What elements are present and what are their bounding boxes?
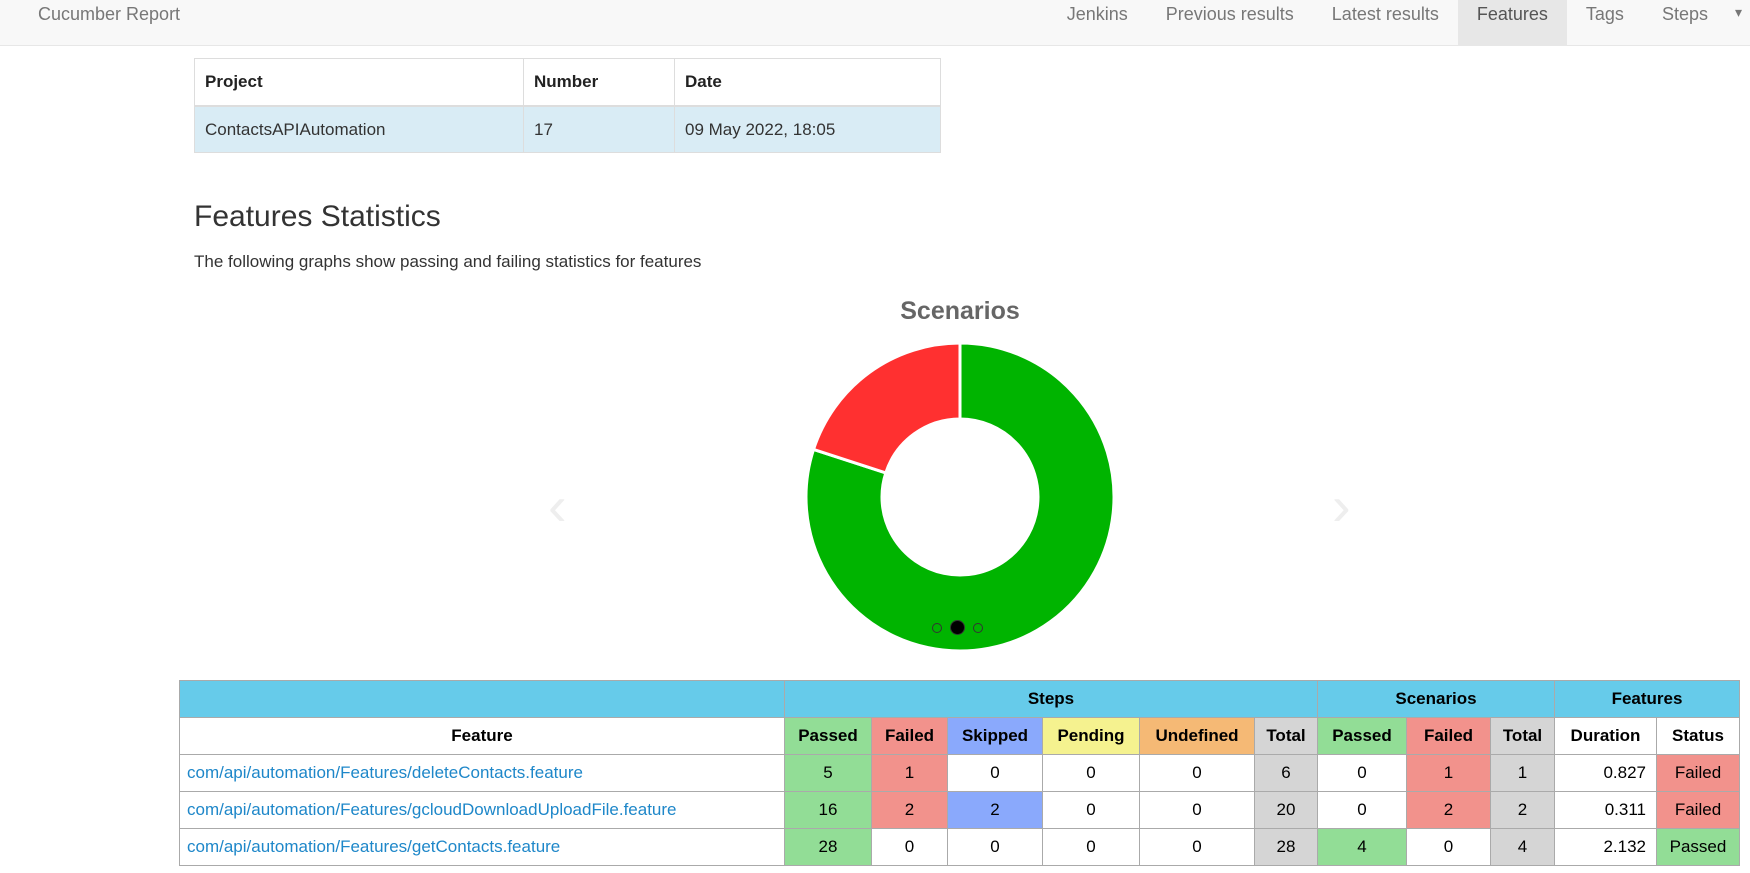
nav-latest-results[interactable]: Latest results [1313, 0, 1458, 46]
col-feature[interactable]: Feature [179, 717, 785, 755]
scenarios-passed-cell: 0 [1317, 791, 1407, 829]
carousel-dot[interactable] [973, 622, 983, 633]
steps-passed-cell: 28 [784, 828, 872, 866]
feature-cell: com/api/automation/Features/deleteContac… [179, 754, 785, 792]
duration-cell: 0.311 [1554, 791, 1657, 829]
steps-total-cell: 28 [1254, 828, 1318, 866]
header-date: Date [674, 58, 941, 107]
feature-cell: com/api/automation/Features/getContacts.… [179, 828, 785, 866]
status-cell: Passed [1656, 828, 1740, 866]
page-subtitle: The following graphs show passing and fa… [194, 252, 702, 271]
steps-passed-cell: 16 [784, 791, 872, 829]
chevron-right-icon[interactable]: › [1332, 478, 1351, 534]
steps-skipped-cell: 2 [947, 791, 1043, 829]
donut-slice-failed[interactable] [811, 341, 962, 475]
scenarios-failed-cell: 0 [1406, 828, 1491, 866]
table-row: com/api/automation/Features/getContacts.… [179, 828, 1740, 866]
col-scenarios-passed[interactable]: Passed [1317, 717, 1407, 755]
steps-passed-cell: 5 [784, 754, 872, 792]
col-scenarios-failed[interactable]: Failed [1406, 717, 1491, 755]
steps-pending-cell: 0 [1042, 828, 1140, 866]
steps-failed-cell: 1 [871, 754, 948, 792]
steps-skipped-cell: 0 [947, 754, 1043, 792]
carousel-dot[interactable] [950, 620, 965, 635]
steps-failed-cell: 0 [871, 828, 948, 866]
header-project: Project [194, 58, 524, 107]
steps-total-cell: 6 [1254, 754, 1318, 792]
status-cell: Failed [1656, 754, 1740, 792]
chart-title: Scenarios [900, 297, 1020, 325]
steps-undefined-cell: 0 [1139, 828, 1255, 866]
scenarios-failed-cell: 2 [1406, 791, 1491, 829]
status-cell: Failed [1656, 791, 1740, 829]
scenarios-total-cell: 4 [1490, 828, 1555, 866]
nav-previous-results[interactable]: Previous results [1147, 0, 1313, 46]
steps-skipped-cell: 0 [947, 828, 1043, 866]
chevron-left-icon[interactable]: ‹ [548, 478, 567, 534]
scenarios-passed-cell: 4 [1317, 828, 1407, 866]
col-status[interactable]: Status [1656, 717, 1740, 755]
column-header-row: Feature Passed Failed Skipped Pending Un… [179, 717, 1740, 755]
steps-undefined-cell: 0 [1139, 791, 1255, 829]
project-value: ContactsAPIAutomation [194, 105, 524, 153]
carousel-dot[interactable] [932, 622, 942, 633]
table-row: ContactsAPIAutomation 17 09 May 2022, 18… [194, 105, 941, 153]
scenarios-passed-cell: 0 [1317, 754, 1407, 792]
scenarios-failed-cell: 1 [1406, 754, 1491, 792]
table-row: com/api/automation/Features/deleteContac… [179, 754, 1740, 792]
steps-pending-cell: 0 [1042, 791, 1140, 829]
col-steps-pending[interactable]: Pending [1042, 717, 1140, 755]
nav-tags[interactable]: Tags [1567, 0, 1643, 46]
col-steps-skipped[interactable]: Skipped [947, 717, 1043, 755]
page-title: Features Statistics [194, 200, 441, 233]
feature-cell: com/api/automation/Features/gcloudDownlo… [179, 791, 785, 829]
group-header-steps: Steps [784, 680, 1318, 718]
brand-link[interactable]: Cucumber Report [38, 4, 180, 25]
feature-stats-table: Steps Scenarios Features Feature Passed … [179, 680, 1740, 866]
steps-total-cell: 20 [1254, 791, 1318, 829]
group-header-feature [179, 680, 785, 718]
dropdown-caret-icon[interactable]: ▾ [1727, 0, 1750, 46]
duration-cell: 0.827 [1554, 754, 1657, 792]
nav-jenkins[interactable]: Jenkins [1048, 0, 1147, 46]
scenarios-donut-chart [804, 341, 1116, 653]
col-steps-total[interactable]: Total [1254, 717, 1318, 755]
scenarios-total-cell: 2 [1490, 791, 1555, 829]
navbar: Cucumber Report Jenkins Previous results… [0, 0, 1750, 46]
col-duration[interactable]: Duration [1554, 717, 1657, 755]
scenarios-total-cell: 1 [1490, 754, 1555, 792]
group-header-scenarios: Scenarios [1317, 680, 1555, 718]
feature-link[interactable]: com/api/automation/Features/deleteContac… [187, 763, 583, 782]
duration-cell: 2.132 [1554, 828, 1657, 866]
col-steps-failed[interactable]: Failed [871, 717, 948, 755]
build-date-value: 09 May 2022, 18:05 [674, 105, 941, 153]
nav-menu: Jenkins Previous results Latest results … [1048, 0, 1750, 46]
group-header-row: Steps Scenarios Features [179, 680, 1740, 718]
col-scenarios-total[interactable]: Total [1490, 717, 1555, 755]
nav-features[interactable]: Features [1457, 0, 1567, 46]
nav-steps[interactable]: Steps [1643, 0, 1727, 46]
carousel-indicators [932, 620, 983, 635]
table-row: com/api/automation/Features/gcloudDownlo… [179, 791, 1740, 829]
feature-link[interactable]: com/api/automation/Features/getContacts.… [187, 837, 560, 856]
group-header-features: Features [1554, 680, 1740, 718]
steps-failed-cell: 2 [871, 791, 948, 829]
build-info-table: Project Number Date ContactsAPIAutomatio… [194, 58, 941, 153]
feature-link[interactable]: com/api/automation/Features/gcloudDownlo… [187, 800, 677, 819]
header-number: Number [523, 58, 675, 107]
col-steps-passed[interactable]: Passed [784, 717, 872, 755]
col-steps-undefined[interactable]: Undefined [1139, 717, 1255, 755]
build-number-value: 17 [523, 105, 675, 153]
steps-undefined-cell: 0 [1139, 754, 1255, 792]
steps-pending-cell: 0 [1042, 754, 1140, 792]
